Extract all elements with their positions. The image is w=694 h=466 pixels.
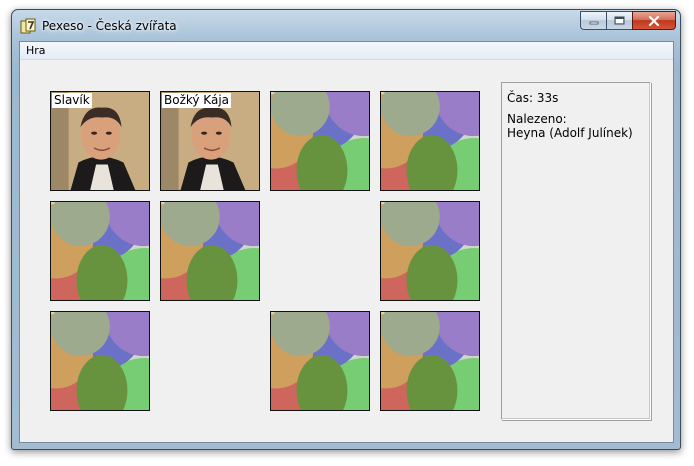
minimize-button[interactable]: [580, 11, 606, 30]
card-back-pattern: [381, 92, 479, 190]
card-hidden[interactable]: [270, 311, 370, 411]
card-back-pattern: [161, 202, 259, 300]
close-icon: [648, 15, 660, 26]
card-label: Božký Kája: [162, 93, 232, 108]
window-title: Pexeso - Česká zvířata: [42, 19, 177, 33]
caption-buttons: [580, 11, 676, 31]
card-hidden[interactable]: [380, 201, 480, 301]
card-hidden[interactable]: [380, 311, 480, 411]
card-revealed[interactable]: Slavík: [50, 91, 150, 191]
app-window: Pexeso - Česká zvířata Hra Slavík Božký …: [11, 9, 681, 450]
app-icon[interactable]: [20, 18, 37, 35]
title-bar[interactable]: Pexeso - Česká zvířata: [12, 10, 680, 41]
menu-item-hra[interactable]: Hra: [26, 44, 46, 57]
elapsed-time: Čas: 33s: [507, 91, 559, 105]
card-hidden[interactable]: [270, 91, 370, 191]
card-hidden[interactable]: [380, 91, 480, 191]
card-back-pattern: [381, 312, 479, 410]
maximize-button[interactable]: [606, 11, 632, 30]
card-back-pattern: [381, 202, 479, 300]
card-back-pattern: [271, 92, 369, 190]
card-hidden[interactable]: [50, 201, 150, 301]
found-item: Heyna (Adolf Julínek): [507, 126, 633, 140]
found-label: Nalezeno:: [507, 112, 567, 126]
close-button[interactable]: [632, 11, 676, 30]
minimize-icon: [589, 21, 598, 24]
menu-bar: Hra: [20, 42, 673, 60]
card-back-pattern: [51, 312, 149, 410]
card-hidden[interactable]: [160, 201, 260, 301]
card-back-pattern: [51, 202, 149, 300]
card-back-pattern: [271, 312, 369, 410]
info-panel: Čas: 33s Nalezeno: Heyna (Adolf Julínek): [501, 82, 651, 420]
card-hidden[interactable]: [50, 311, 150, 411]
client-area: Hra Slavík Božký Kája Čas: 33s Nalezeno: …: [19, 41, 674, 443]
card-label: Slavík: [52, 93, 92, 108]
card-revealed[interactable]: Božký Kája: [160, 91, 260, 191]
maximize-icon: [614, 16, 625, 25]
